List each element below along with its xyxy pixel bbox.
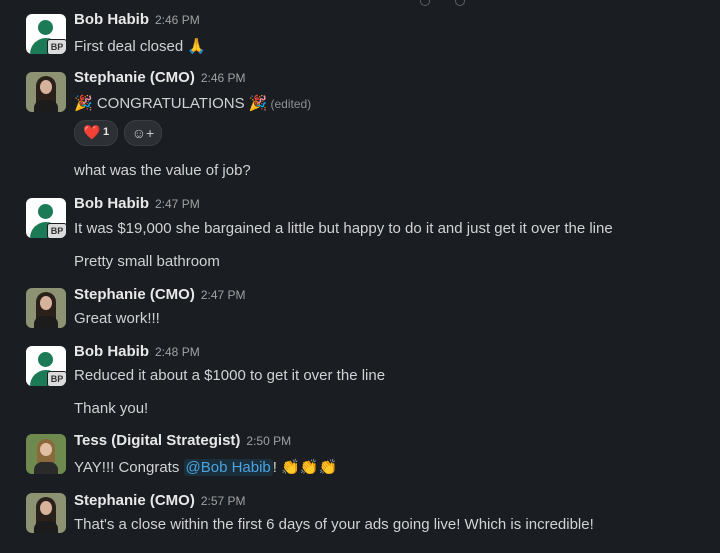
circle-icon: [455, 0, 465, 6]
avatar[interactable]: [26, 493, 66, 533]
avatar-badge: BP: [47, 39, 66, 54]
avatar[interactable]: BP: [26, 14, 66, 54]
scroll-top-edge: [0, 0, 720, 6]
avatar[interactable]: [26, 288, 66, 328]
author-name[interactable]: Stephanie (CMO) 2:47 PM: [74, 286, 246, 303]
add-emoji-icon[interactable]: ☺+: [124, 120, 162, 146]
message-text: 🎉 CONGRATULATIONS 🎉 (edited): [74, 95, 312, 112]
message-text: That's a close within the first 6 days o…: [74, 516, 594, 533]
message-text: what was the value of job?: [74, 162, 251, 179]
message-text: Reduced it about a $1000 to get it over …: [74, 367, 386, 384]
avatar[interactable]: BP: [26, 346, 66, 386]
heart-icon: ❤️: [83, 124, 101, 140]
timestamp[interactable]: 2:48 PM: [155, 345, 200, 359]
message-text: Great work!!!: [74, 310, 160, 327]
edited-label: (edited): [270, 97, 312, 111]
reaction-count: 1: [103, 126, 110, 138]
author-name[interactable]: Stephanie (CMO) 2:46 PM: [74, 69, 246, 86]
timestamp[interactable]: 2:46 PM: [155, 13, 200, 27]
reaction-heart[interactable]: ❤️ 1: [74, 120, 118, 146]
message-text: First deal closed 🙏: [74, 38, 207, 55]
author-name[interactable]: Stephanie (CMO) 2:57 PM: [74, 492, 246, 509]
avatar-badge: BP: [47, 223, 66, 238]
user-mention[interactable]: @Bob Habib: [183, 459, 273, 476]
author-name[interactable]: Bob Habib 2:47 PM: [74, 195, 200, 212]
author-name[interactable]: Tess (Digital Strategist) 2:50 PM: [74, 432, 291, 449]
circle-icon: [420, 0, 430, 6]
message-text: YAY!!! Congrats @Bob Habib! 👏👏👏: [74, 459, 338, 476]
message-text: It was $19,000 she bargained a little bu…: [74, 220, 613, 237]
timestamp[interactable]: 2:47 PM: [201, 288, 246, 302]
avatar[interactable]: BP: [26, 198, 66, 238]
timestamp[interactable]: 2:47 PM: [155, 197, 200, 211]
message-text: Pretty small bathroom: [74, 253, 220, 270]
avatar-badge: BP: [47, 371, 66, 386]
timestamp[interactable]: 2:57 PM: [201, 494, 246, 508]
avatar[interactable]: [26, 72, 66, 112]
avatar[interactable]: [26, 434, 66, 474]
author-name[interactable]: Bob Habib 2:46 PM: [74, 11, 200, 28]
timestamp[interactable]: 2:50 PM: [246, 434, 291, 448]
timestamp[interactable]: 2:46 PM: [201, 71, 246, 85]
message-text: Thank you!: [74, 400, 149, 417]
author-name[interactable]: Bob Habib 2:48 PM: [74, 343, 200, 360]
